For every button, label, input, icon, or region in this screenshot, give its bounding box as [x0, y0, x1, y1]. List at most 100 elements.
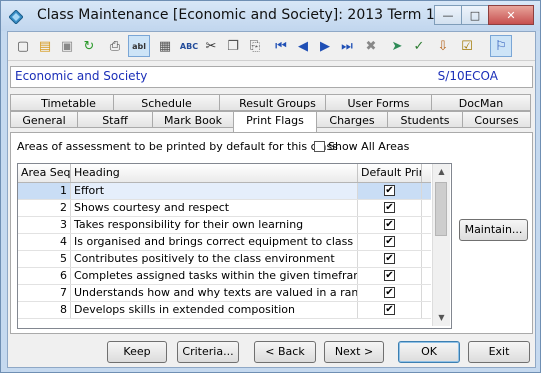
default-print-cell: ✔: [358, 217, 422, 233]
clipboard-icon[interactable]: ☑: [456, 35, 478, 57]
tab-user-forms[interactable]: User Forms: [325, 94, 432, 111]
pin-icon[interactable]: ⚐: [490, 35, 512, 57]
tab-schedule[interactable]: Schedule: [113, 94, 220, 111]
default-print-checkbox[interactable]: ✔: [384, 236, 395, 247]
find-icon[interactable]: ➤: [386, 35, 408, 57]
default-print-checkbox[interactable]: ✔: [384, 202, 395, 213]
title-bar[interactable]: Class Maintenance [Economic and Society]…: [1, 1, 540, 31]
next-button[interactable]: Next >: [324, 341, 384, 363]
area-seq-cell: 4: [18, 234, 71, 250]
toolbar: ▢ ▤ ▣ ↻ ⎙ abl ▦ ABC ✂ ❐ ⎘ ⏮ ◀ ▶ ⏭ ✖ ➤ ✓ ⇩ ☑ ⚐: [8, 32, 535, 61]
maintain-button[interactable]: Maintain...: [459, 219, 528, 241]
default-print-checkbox[interactable]: ✔: [384, 219, 395, 230]
refresh-icon[interactable]: ↻: [78, 35, 100, 57]
last-record-icon[interactable]: ⏭: [336, 35, 358, 57]
table-row[interactable]: 5 Contributes positively to the class env…: [18, 251, 431, 268]
approve-icon[interactable]: ✓: [408, 35, 430, 57]
ok-button[interactable]: OK: [398, 341, 460, 363]
next-record-icon[interactable]: ▶: [314, 35, 336, 57]
default-print-checkbox[interactable]: ✔: [384, 253, 395, 264]
table-row[interactable]: 4 Is organised and brings correct equipme…: [18, 234, 431, 251]
window-controls: — □ ✕: [434, 5, 534, 25]
panel-description: Areas of assessment to be printed by def…: [17, 140, 338, 153]
print-icon[interactable]: ⎙: [104, 35, 126, 57]
default-print-checkbox[interactable]: ✔: [384, 185, 395, 196]
cut-icon[interactable]: ✂: [200, 35, 222, 57]
default-print-cell: ✔: [358, 234, 422, 250]
tab-strip: Timetable Schedule Result Groups User Fo…: [10, 94, 531, 134]
areas-grid: Area Seq Heading Default Print 1Effort✔2…: [17, 163, 452, 329]
print-flags-panel: Areas of assessment to be printed by def…: [10, 132, 533, 334]
tab-mark-book[interactable]: Mark Book: [152, 111, 234, 128]
save-icon[interactable]: ▣: [56, 35, 78, 57]
class-info-bar: Economic and Society S/10ECOA: [10, 66, 533, 88]
area-seq-cell: 6: [18, 268, 71, 284]
grid-header: Area Seq Heading Default Print: [18, 164, 431, 183]
tab-general[interactable]: General: [10, 111, 78, 128]
tab-docman[interactable]: DocMan: [431, 94, 531, 111]
area-seq-cell: 8: [18, 302, 71, 318]
heading-cell: Is organised and brings correct equipmen…: [71, 234, 358, 250]
scroll-thumb[interactable]: [435, 182, 447, 236]
show-all-areas-label[interactable]: Show All Areas: [328, 140, 409, 153]
tab-staff[interactable]: Staff: [77, 111, 153, 128]
table-row[interactable]: 3 Takes responsibility for their own lear…: [18, 217, 431, 234]
app-diamond-icon: [9, 10, 23, 24]
default-print-cell: ✔: [358, 200, 422, 216]
grid-vertical-scrollbar[interactable]: ▲ ▼: [432, 164, 450, 326]
column-header-area-seq[interactable]: Area Seq: [18, 164, 71, 182]
exit-button[interactable]: Exit: [468, 341, 530, 363]
back-button[interactable]: < Back: [254, 341, 316, 363]
open-folder-icon[interactable]: ▤: [34, 35, 56, 57]
table-row[interactable]: 6 Completes assigned tasks within the giv…: [18, 268, 431, 285]
heading-cell: Completes assigned tasks within the give…: [71, 268, 358, 284]
column-header-heading[interactable]: Heading: [71, 164, 358, 182]
delete-icon[interactable]: ✖: [360, 35, 382, 57]
area-seq-cell: 7: [18, 285, 71, 301]
copy-icon[interactable]: ❐: [222, 35, 244, 57]
default-print-checkbox[interactable]: ✔: [384, 270, 395, 281]
close-button[interactable]: ✕: [488, 5, 534, 25]
scroll-down-arrow-icon[interactable]: ▼: [433, 310, 450, 326]
spellcheck-icon[interactable]: ABC: [178, 35, 200, 57]
class-maintenance-window: Class Maintenance [Economic and Society]…: [0, 0, 541, 373]
minimize-button[interactable]: —: [434, 5, 462, 25]
first-record-icon[interactable]: ⏮: [270, 35, 292, 57]
download-icon[interactable]: ⇩: [432, 35, 454, 57]
default-print-cell: ✔: [358, 302, 422, 318]
new-icon[interactable]: ▢: [12, 35, 34, 57]
area-seq-cell: 2: [18, 200, 71, 216]
paste-icon[interactable]: ⎘: [244, 35, 266, 57]
previous-record-icon[interactable]: ◀: [292, 35, 314, 57]
scroll-up-arrow-icon[interactable]: ▲: [433, 164, 450, 180]
table-row[interactable]: 1 Effort ✔: [18, 183, 431, 200]
calculator-icon[interactable]: ▦: [154, 35, 176, 57]
maximize-button[interactable]: □: [461, 5, 489, 25]
table-row[interactable]: 2 Shows courtesy and respect ✔: [18, 200, 431, 217]
default-print-checkbox[interactable]: ✔: [384, 287, 395, 298]
default-print-cell: ✔: [358, 251, 422, 267]
show-all-areas-checkbox[interactable]: [314, 141, 325, 152]
default-print-cell: ✔: [358, 268, 422, 284]
keep-button[interactable]: Keep: [107, 341, 167, 363]
default-print-cell: ✔: [358, 183, 422, 199]
table-row[interactable]: 7 Understands how and why texts are value…: [18, 285, 431, 302]
heading-cell: Contributes positively to the class envi…: [71, 251, 358, 267]
heading-cell: Develops skills in extended composition: [71, 302, 358, 318]
tab-result-groups[interactable]: Result Groups: [219, 94, 336, 111]
default-print-checkbox[interactable]: ✔: [384, 304, 395, 315]
dialog-buttons: Keep Criteria... < Back Next > OK Exit: [8, 335, 535, 367]
criteria-button[interactable]: Criteria...: [177, 341, 239, 363]
tab-courses[interactable]: Courses: [462, 111, 531, 128]
heading-cell: Takes responsibility for their own learn…: [71, 217, 358, 233]
tab-charges[interactable]: Charges: [316, 111, 388, 128]
area-seq-cell: 1: [18, 183, 71, 199]
default-print-cell: ✔: [358, 285, 422, 301]
abl-icon[interactable]: abl: [128, 35, 150, 57]
table-row[interactable]: 8 Develops skills in extended composition…: [18, 302, 431, 319]
client-area: ▢ ▤ ▣ ↻ ⎙ abl ▦ ABC ✂ ❐ ⎘ ⏮ ◀ ▶ ⏭ ✖ ➤ ✓ ⇩ ☑ ⚐ Economic and S…: [7, 31, 536, 368]
column-header-default-print[interactable]: Default Print: [358, 164, 422, 182]
tab-timetable[interactable]: Timetable: [10, 94, 127, 111]
tab-students[interactable]: Students: [387, 111, 463, 128]
tab-print-flags[interactable]: Print Flags: [233, 111, 317, 132]
